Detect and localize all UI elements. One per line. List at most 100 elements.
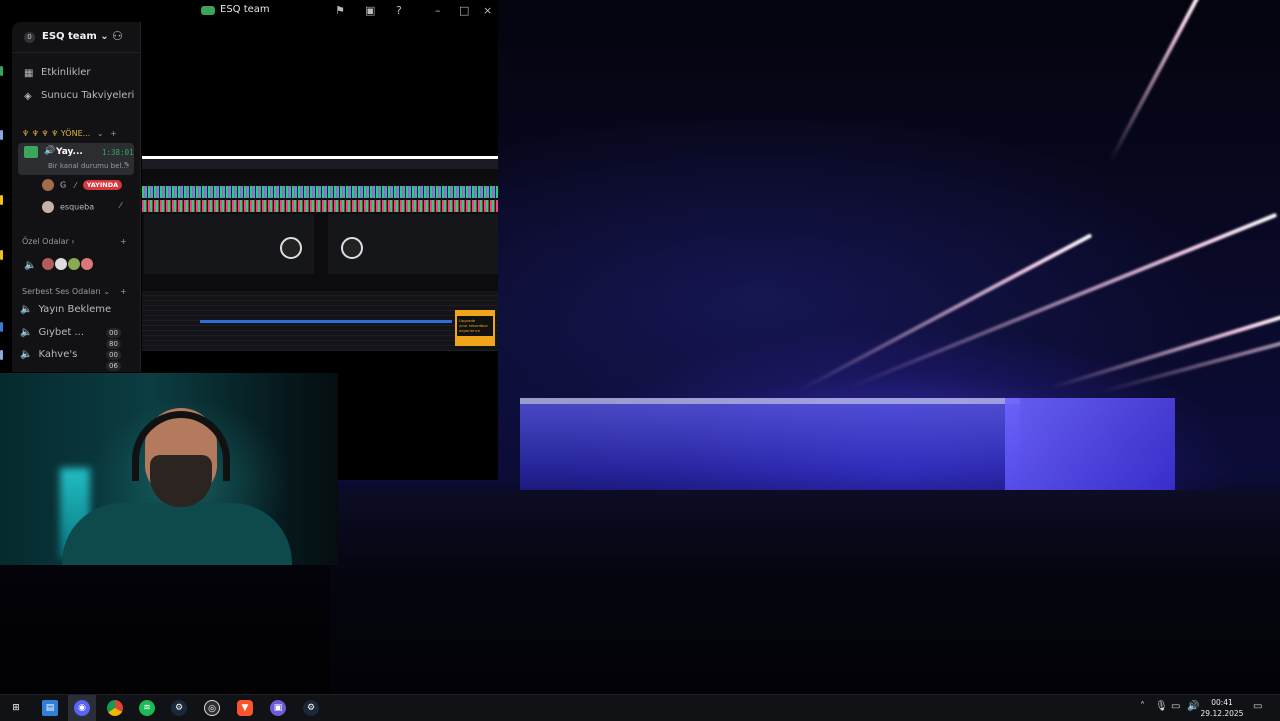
microphone-icon[interactable]: 🎙	[1155, 701, 1168, 712]
voice-channel-yayin-bekleme[interactable]: 🔈 Yayın Bekleme	[20, 304, 136, 322]
mic-muted-icon: ⁄	[120, 201, 122, 210]
boost-icon: ◈	[24, 91, 32, 102]
discord-icon[interactable]: ◉	[74, 700, 90, 716]
rail-indicator	[0, 66, 3, 76]
chevron-right-icon: ›	[71, 237, 75, 246]
promo-panel: Upgrade your rekordbox experience	[457, 316, 493, 336]
category-label: ♆ ♆ ♆ ♆ YÖNE...	[22, 129, 91, 138]
channel-name: Kahve's	[38, 349, 78, 360]
broadcast-icon: 🔊	[44, 146, 56, 156]
clock-date: 29.12.2025	[1200, 709, 1244, 718]
avatar	[80, 257, 93, 270]
add-channel-icon[interactable]: +	[120, 287, 127, 296]
calendar-icon: ▦	[24, 68, 34, 79]
streamlabs-icon[interactable]: ▣	[270, 700, 286, 716]
waveform-deck-1	[142, 186, 498, 198]
inbox-icon[interactable]: ⚑	[335, 4, 345, 17]
nav-server-boosts[interactable]: ◈ Sunucu Takviyeleri	[24, 90, 134, 108]
chrome-icon[interactable]	[107, 700, 123, 716]
rail-indicator	[0, 130, 3, 140]
channel-sidebar: 0 ESQ team ⌄ ⚇ ▦ Etkinlikler ◈ Sunucu Takv…	[12, 22, 141, 372]
title-bar: ESQ team ⚑ ▣ ? – □ ×	[0, 0, 498, 22]
taskbar: ⊞ ▤ ◉ ≋ ⚙ ◎ ▼ ▣ ⚙ ˄ 🎙 ▭ 🔊 00:41 29.12.20…	[0, 694, 1280, 721]
category-management[interactable]: ♆ ♆ ♆ ♆ YÖNE... ⌄ +	[22, 129, 117, 138]
rail-indicator	[0, 350, 3, 360]
steam-icon[interactable]: ⚙	[171, 700, 187, 716]
nav-boosts-label: Sunucu Takviyeleri	[41, 90, 135, 101]
nav-events[interactable]: ▦ Etkinlikler	[24, 67, 91, 85]
screen-share-icon[interactable]: ▣	[365, 4, 375, 17]
guild-badge: 0	[24, 32, 35, 43]
dj-toolbar	[142, 159, 498, 169]
avatar	[41, 257, 54, 270]
minimize-icon[interactable]: –	[435, 4, 441, 17]
guild-header[interactable]: 0 ESQ team ⌄ ⚇	[12, 22, 140, 53]
window-title: ESQ team	[220, 4, 270, 15]
show-hidden-icons[interactable]: ˄	[1140, 701, 1145, 712]
steam-icon-2[interactable]: ⚙	[303, 700, 319, 716]
channel-limit: 0080	[104, 327, 136, 349]
file-explorer-icon[interactable]: ▤	[42, 700, 58, 716]
avatar	[67, 257, 80, 270]
webcam-feed	[0, 373, 338, 565]
avatar	[42, 201, 54, 213]
help-icon[interactable]: ?	[396, 4, 402, 17]
add-member-icon[interactable]: ⚇	[112, 29, 123, 43]
private-room-participants[interactable]: 🔈	[24, 253, 99, 271]
add-channel-icon[interactable]: +	[120, 237, 127, 246]
channel-name: Gıybet ...	[38, 327, 85, 338]
add-channel-icon[interactable]: +	[110, 129, 117, 138]
jog-wheel-1[interactable]	[280, 237, 302, 259]
voice-user[interactable]: G ⁄ YAYINDA	[42, 179, 123, 195]
active-channel-status: Bir kanal durumu bel...	[48, 162, 129, 170]
notification-icon[interactable]: ▭	[1253, 701, 1262, 712]
server-rail	[0, 60, 3, 360]
close-icon[interactable]: ×	[483, 4, 492, 17]
nav-events-label: Etkinlikler	[41, 67, 91, 78]
guild-name: ESQ team ⌄	[42, 31, 109, 42]
upgrade-promo[interactable]: Upgrade your rekordbox experience	[455, 310, 495, 346]
waveform-deck-2	[142, 200, 498, 212]
avatar	[42, 179, 54, 191]
edit-icon[interactable]: ✎	[124, 161, 130, 169]
windows-start-icon[interactable]: ⊞	[8, 700, 24, 716]
mic-muted-icon: ⁄	[74, 180, 77, 190]
voice-channel-kahves[interactable]: 🔈 Kahve's 0006	[20, 349, 136, 371]
category-free-voice[interactable]: Serbest Ses Odaları ⌄ +	[22, 287, 127, 296]
rail-indicator	[0, 195, 3, 205]
jog-wheel-2[interactable]	[341, 237, 363, 259]
voice-user-name: G	[60, 180, 67, 190]
brave-icon[interactable]: ▼	[237, 700, 253, 716]
stage-screen	[1005, 398, 1175, 498]
voice-channel-giybet[interactable]: 🔈 Gıybet ... 0080	[20, 327, 136, 349]
maximize-icon[interactable]: □	[459, 4, 469, 17]
voice-channel-icon	[24, 146, 38, 158]
promo-line: experience	[459, 328, 481, 333]
category-private-rooms[interactable]: Özel Odalar › +	[22, 237, 127, 246]
avatar	[54, 257, 67, 270]
person-body	[62, 503, 292, 565]
channel-limit: 0006	[104, 349, 136, 371]
chevron-down-icon: ⌄	[100, 31, 109, 42]
speaker-icon: 🔈	[24, 260, 37, 271]
laser-beam	[1108, 0, 1201, 163]
voice-user[interactable]: esqueba ⁄	[42, 201, 121, 217]
rail-indicator	[0, 250, 3, 260]
active-channel-name: Yay...	[56, 147, 83, 157]
discord-logo-icon	[201, 6, 215, 15]
headset	[132, 411, 230, 481]
channel-name: Yayın Bekleme	[38, 304, 112, 315]
system-clock[interactable]: 00:41 29.12.2025	[1200, 697, 1244, 719]
chevron-down-icon: ⌄	[103, 287, 111, 296]
dj-software-stream: Upgrade your rekordbox experience	[142, 156, 498, 351]
volume-icon[interactable]: 🔊	[1187, 701, 1199, 712]
speaker-icon: 🔈	[20, 349, 33, 360]
network-icon[interactable]: ▭	[1171, 701, 1180, 712]
obs-icon[interactable]: ◎	[204, 700, 220, 716]
selected-track-row	[200, 320, 452, 323]
spotify-icon[interactable]: ≋	[139, 700, 155, 716]
speaker-icon: 🔈	[20, 327, 33, 338]
active-channel-timer: 1:38:01	[102, 148, 134, 157]
active-voice-channel[interactable]: 🔊 Yay... 1:38:01 Bir kanal durumu bel...…	[18, 143, 134, 175]
laser-beam	[799, 233, 1093, 392]
